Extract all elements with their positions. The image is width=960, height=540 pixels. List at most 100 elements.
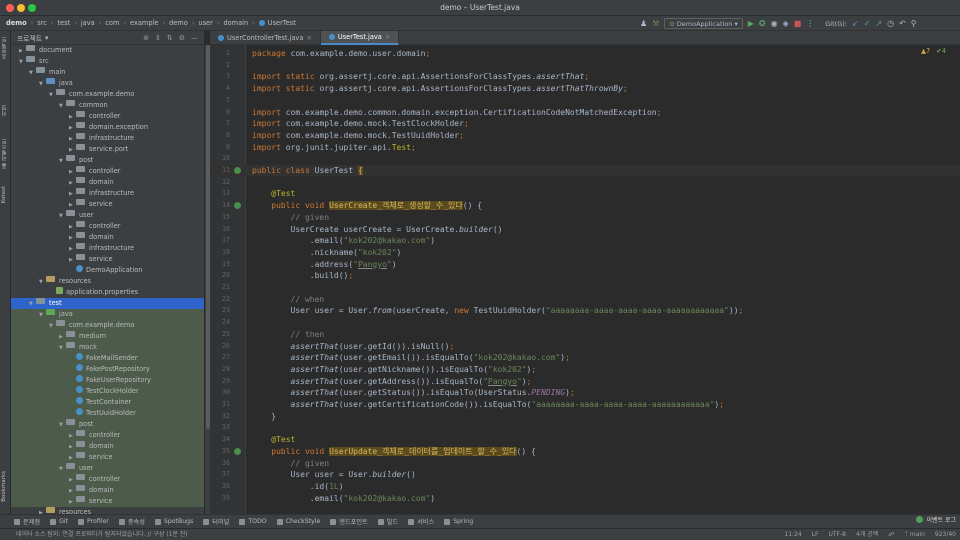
tool-window-button[interactable]: CheckStyle (276, 518, 320, 525)
tree-item[interactable]: ▶ controller (11, 474, 204, 485)
code-line[interactable]: 36 // given (210, 458, 960, 469)
editor-tab[interactable]: UserTest.java × (320, 30, 400, 45)
tool-window-button[interactable]: Git (50, 518, 68, 525)
build-hammer-icon[interactable]: ⚒ (652, 16, 659, 31)
file-encoding[interactable]: UTF-8 (829, 529, 847, 540)
tool-window-button[interactable]: SpotBugs (154, 518, 193, 525)
tree-item[interactable]: ▶ domain.exception (11, 122, 204, 133)
tree-item[interactable]: ▶ domain (11, 232, 204, 243)
run-configuration-select[interactable]: ✿ DemoApplication ▾ (664, 18, 743, 29)
tree-item[interactable]: ▼ test (11, 298, 204, 309)
code-line[interactable]: 21 (210, 282, 960, 293)
minimize-window-button[interactable] (17, 4, 25, 12)
tree-item[interactable]: ▼ java (11, 309, 204, 320)
tree-item[interactable]: ▶ controller (11, 166, 204, 177)
close-window-button[interactable] (6, 4, 14, 12)
tool-window-button[interactable]: 문제점 (14, 517, 40, 526)
code-line[interactable]: 18 .nickname("kok202") (210, 247, 960, 258)
breadcrumb-item[interactable]: domain (223, 19, 248, 27)
profile-icon[interactable]: ◈ (783, 16, 789, 31)
locate-icon[interactable]: ⊕ (143, 34, 149, 42)
code-line[interactable]: 39 .email("kok202@kakao.com") (210, 493, 960, 504)
breadcrumb-item[interactable]: user (198, 19, 212, 27)
line-separator[interactable]: LF (812, 529, 819, 540)
tree-item[interactable]: ▼ src (11, 56, 204, 67)
tool-window-commit[interactable]: 커밋 (1, 105, 10, 116)
tree-item[interactable]: ▼ com.example.demo (11, 320, 204, 331)
tree-item[interactable]: ▼ common (11, 100, 204, 111)
code-line[interactable]: 28 assertThat(user.getNickname()).isEqua… (210, 364, 960, 375)
code-line[interactable]: 3 import static org.assertj.core.api.Asse… (210, 71, 960, 82)
code-line[interactable]: 35 public void UserUpdate_객체로_데이터를_업데이트_… (210, 446, 960, 457)
tree-item[interactable]: TestUuidHolder (11, 408, 204, 419)
tree-item[interactable]: TestContainer (11, 397, 204, 408)
tree-item[interactable]: ▼ java (11, 78, 204, 89)
run-test-gutter-icon[interactable] (234, 167, 241, 174)
tree-item[interactable]: DemoApplication (11, 265, 204, 276)
code-line[interactable]: 2 (210, 60, 960, 71)
more-icon[interactable]: ⋮ (806, 16, 814, 31)
code-line[interactable]: 6 import com.example.demo.common.domain.e… (210, 107, 960, 118)
tree-item[interactable]: ▼ main (11, 67, 204, 78)
code-line[interactable]: 19 .address("Pangyo") (210, 259, 960, 270)
tool-window-button[interactable]: 터미널 (203, 517, 229, 526)
tool-window-button[interactable]: 빌드 (377, 517, 398, 526)
tool-window-button[interactable]: 종속성 (118, 517, 145, 526)
code-line[interactable]: 34 @Test (210, 434, 960, 445)
code-line[interactable]: 26 assertThat(user.getId()).isNull(); (210, 341, 960, 352)
git-update-icon[interactable]: ↙ (852, 16, 859, 31)
code-line[interactable]: 13 @Test (210, 188, 960, 199)
tree-item[interactable]: TestClockHolder (11, 386, 204, 397)
gear-icon[interactable]: ⚙ (179, 34, 185, 42)
event-log-button[interactable]: 이벤트 로그 (916, 515, 956, 524)
tree-item[interactable]: ▶ domain (11, 177, 204, 188)
code-line[interactable]: 31 assertThat(user.getCertificationCode(… (210, 399, 960, 410)
tool-window-button[interactable]: TODO (239, 518, 267, 525)
tree-item[interactable]: ▶ service.port (11, 144, 204, 155)
tree-item[interactable]: ▼ user (11, 210, 204, 221)
tree-item[interactable]: application.properties (11, 287, 204, 298)
tool-window-bookmarks[interactable]: Bookmarks (1, 471, 10, 502)
code-line[interactable]: 38 .id(1L) (210, 481, 960, 492)
tree-item[interactable]: ▼ com.example.demo (11, 89, 204, 100)
code-line[interactable]: 32 } (210, 411, 960, 422)
tree-item[interactable]: ▶ domain (11, 485, 204, 496)
breadcrumb-item[interactable]: UserTest (268, 19, 296, 27)
code-line[interactable]: 11 public class UserTest { (210, 165, 960, 176)
breadcrumb-item[interactable]: java (81, 19, 95, 27)
rollback-icon[interactable]: ↶ (899, 16, 906, 31)
tree-item[interactable]: ▶ domain (11, 441, 204, 452)
tool-window-button[interactable]: 서비스 (408, 517, 434, 526)
code-line[interactable]: 14 public void UserCreate_객체로_생성할_수_있다()… (210, 200, 960, 211)
code-editor[interactable]: ▲7 ✔4 1 package com.example.demo.user.dom… (210, 45, 960, 514)
coverage-icon[interactable]: ◉ (771, 16, 778, 31)
code-line[interactable]: 30 assertThat(user.getStatus()).isEqualT… (210, 387, 960, 398)
tree-item[interactable]: ▼ user (11, 463, 204, 474)
tree-item[interactable]: FakeUserRepository (11, 375, 204, 386)
search-icon[interactable]: ⚲ (911, 16, 917, 31)
maximize-window-button[interactable] (28, 4, 36, 12)
tool-window-button[interactable]: 엔드포인트 (330, 517, 368, 526)
tree-item[interactable]: ▼ mock (11, 342, 204, 353)
tree-item[interactable]: ▶ infrastructure (11, 133, 204, 144)
code-line[interactable]: 5 (210, 95, 960, 106)
code-line[interactable]: 1 package com.example.demo.user.domain; (210, 48, 960, 59)
tree-item[interactable]: FakePostRepository (11, 364, 204, 375)
tree-item[interactable]: ▼ post (11, 419, 204, 430)
breadcrumb-item[interactable]: example (130, 19, 158, 27)
code-line[interactable]: 10 (210, 153, 960, 164)
code-line[interactable]: 17 .email("kok202@kakao.com") (210, 235, 960, 246)
tree-item[interactable]: ▶ medium (11, 331, 204, 342)
code-line[interactable]: 7 import com.example.demo.mock.TestClockH… (210, 118, 960, 129)
lock-icon[interactable]: ☍ (888, 529, 894, 540)
tree-item[interactable]: FakeMailSender (11, 353, 204, 364)
tree-item[interactable]: ▶ service (11, 496, 204, 507)
chevron-down-icon[interactable]: ▾ (45, 34, 48, 42)
close-icon[interactable]: × (385, 30, 391, 44)
tree-item[interactable]: ▶ service (11, 199, 204, 210)
tree-item[interactable]: ▶ service (11, 452, 204, 463)
code-line[interactable]: 27 assertThat(user.getEmail()).isEqualTo… (210, 352, 960, 363)
code-line[interactable]: 37 User user = User.builder() (210, 469, 960, 480)
code-line[interactable]: 33 (210, 422, 960, 433)
breadcrumb-item[interactable]: src (37, 19, 47, 27)
